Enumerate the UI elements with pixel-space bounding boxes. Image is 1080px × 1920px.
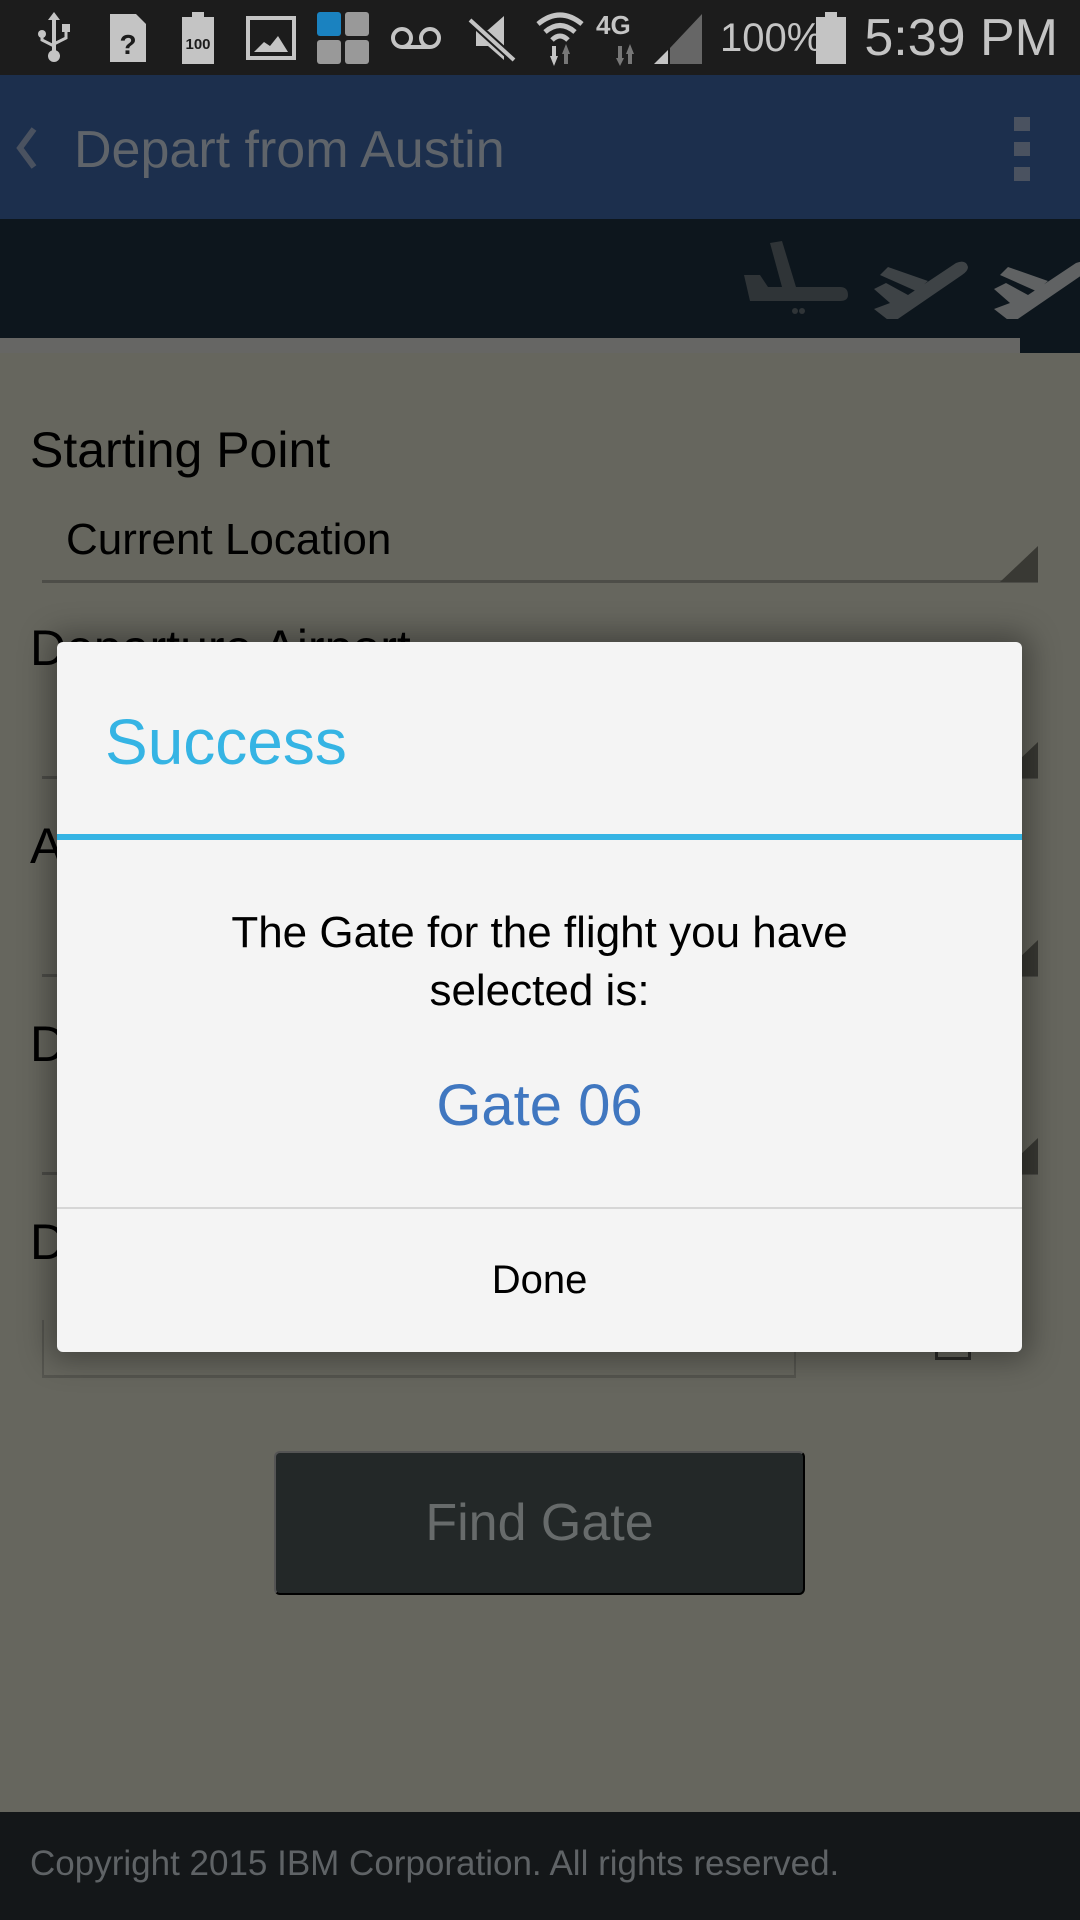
plane-landing-icon: [744, 241, 848, 314]
header-strip: [0, 338, 1020, 353]
app-grid-icon: [316, 12, 370, 64]
success-dialog: Success The Gate for the flight you have…: [57, 642, 1022, 1352]
back-button[interactable]: [8, 123, 48, 173]
overflow-menu-icon[interactable]: [1014, 117, 1034, 181]
dropdown-arrow-icon: [1000, 546, 1038, 582]
flight-status-icons: [744, 241, 1080, 319]
mute-icon: [466, 12, 518, 64]
clock: 5:39 PM: [864, 9, 1058, 67]
dialog-title: Success: [105, 706, 347, 778]
battery-100-notification-icon: 100: [180, 12, 216, 64]
plane-takeoff-icon: [874, 261, 968, 319]
gate-number: Gate 06: [436, 1073, 643, 1138]
starting-point-select[interactable]: Current Location: [66, 510, 391, 570]
starting-point-label: Starting Point: [30, 422, 331, 478]
battery-percent: 100%: [720, 16, 823, 60]
dialog-title-divider: [57, 834, 1022, 840]
voicemail-icon: [390, 12, 442, 64]
status-bar: ? 100 4G 100% 5:39 PM: [0, 0, 1080, 75]
4g-lte-icon: 4G: [596, 10, 656, 66]
usb-icon: [36, 12, 72, 64]
page-title: Depart from Austin: [74, 121, 505, 179]
chevron-left-icon: [16, 127, 37, 169]
done-button[interactable]: Done: [57, 1209, 1022, 1352]
footer: Copyright 2015 IBM Corporation. All righ…: [0, 1812, 1080, 1920]
find-gate-button[interactable]: Find Gate: [274, 1451, 805, 1595]
dialog-message: The Gate for the flight you have selecte…: [57, 904, 1022, 1020]
battery-icon: [814, 12, 848, 64]
plane-takeoff-icon: [994, 261, 1080, 319]
flight-header: [0, 219, 1080, 353]
svg-text:?: ?: [119, 29, 136, 60]
svg-text:4G: 4G: [596, 10, 631, 40]
sim-unknown-icon: ?: [108, 12, 148, 64]
wifi-icon: [536, 12, 584, 66]
image-icon: [246, 12, 296, 64]
svg-text:100: 100: [185, 36, 210, 53]
dialog-message-text: The Gate for the flight you have selecte…: [231, 908, 848, 1015]
app-bar: Depart from Austin: [0, 75, 1080, 219]
signal-icon: [654, 12, 702, 64]
copyright-text: Copyright 2015 IBM Corporation. All righ…: [30, 1844, 840, 1883]
starting-point-underline: [42, 580, 1038, 583]
